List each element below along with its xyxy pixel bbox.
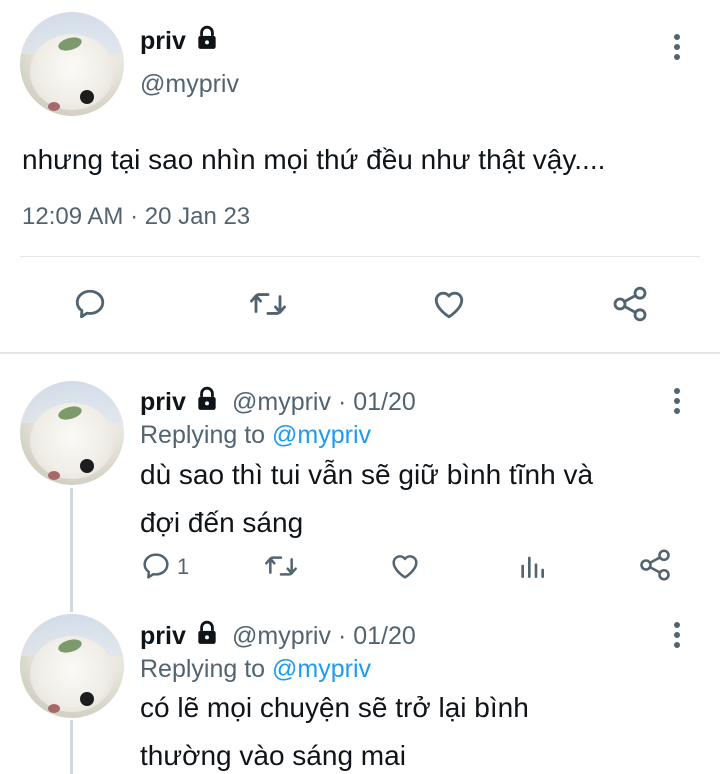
avatar-eye	[80, 90, 94, 104]
mention-link[interactable]: @mypriv	[272, 421, 371, 449]
separator-dot: ·	[337, 388, 354, 416]
username-handle[interactable]: @mypriv	[232, 388, 331, 416]
avatar-nose	[48, 704, 60, 713]
like-icon[interactable]	[388, 550, 422, 582]
reply-count: 1	[177, 554, 190, 579]
display-name[interactable]: priv	[140, 622, 186, 650]
avatar[interactable]	[20, 381, 124, 485]
reply-icon[interactable]	[140, 550, 172, 582]
replying-to: Replying to @mypriv	[140, 655, 371, 684]
replying-label: Replying to	[140, 421, 266, 449]
retweet-icon[interactable]	[248, 286, 288, 322]
reply-icon[interactable]	[72, 286, 108, 322]
reply-text: có lẽ mọi chuyện sẽ trở lại bình thường …	[140, 692, 529, 771]
avatar[interactable]	[20, 12, 124, 116]
avatar-eye	[80, 692, 94, 706]
reply-handle-date: @mypriv · 01/20	[232, 388, 416, 417]
share-icon[interactable]	[610, 284, 650, 324]
more-options-icon[interactable]	[673, 622, 681, 650]
avatar[interactable]	[20, 614, 124, 718]
separator-dot: ·	[337, 622, 354, 650]
share-icon[interactable]	[637, 547, 673, 583]
tweet-timestamp[interactable]: 12:09 AM · 20 Jan 23	[22, 203, 250, 231]
display-name[interactable]: priv	[140, 27, 186, 56]
section-divider	[0, 352, 720, 354]
reply-handle-date: @mypriv · 01/20	[232, 622, 416, 651]
avatar-eye	[80, 459, 94, 473]
avatar-nose	[48, 102, 60, 111]
mention-link[interactable]: @mypriv	[272, 655, 371, 683]
replying-label: Replying to	[140, 655, 266, 683]
reply-header: priv	[140, 622, 186, 651]
thread-line	[70, 720, 73, 774]
lock-icon	[194, 386, 218, 410]
display-name[interactable]: priv	[140, 388, 186, 416]
reply-date[interactable]: 01/20	[353, 622, 416, 650]
lock-icon	[194, 25, 218, 49]
retweet-icon[interactable]	[263, 550, 299, 582]
replying-to: Replying to @mypriv	[140, 421, 371, 450]
username-handle[interactable]: @mypriv	[232, 622, 331, 650]
lock-icon	[194, 620, 218, 644]
analytics-icon[interactable]	[516, 550, 548, 582]
tweet-text: nhưng tại sao nhìn mọi thứ đều như thật …	[22, 144, 606, 175]
reply-text: dù sao thì tui vẫn sẽ giữ bình tĩnh và đ…	[140, 459, 594, 538]
reply-date[interactable]: 01/20	[353, 388, 416, 416]
reply-header: priv	[140, 388, 186, 417]
avatar-nose	[48, 471, 60, 480]
divider	[20, 256, 700, 257]
thread-line	[70, 488, 73, 612]
username-handle[interactable]: @mypriv	[140, 70, 239, 99]
like-icon[interactable]	[430, 286, 468, 322]
more-options-icon[interactable]	[673, 388, 681, 416]
more-options-icon[interactable]	[673, 34, 681, 62]
